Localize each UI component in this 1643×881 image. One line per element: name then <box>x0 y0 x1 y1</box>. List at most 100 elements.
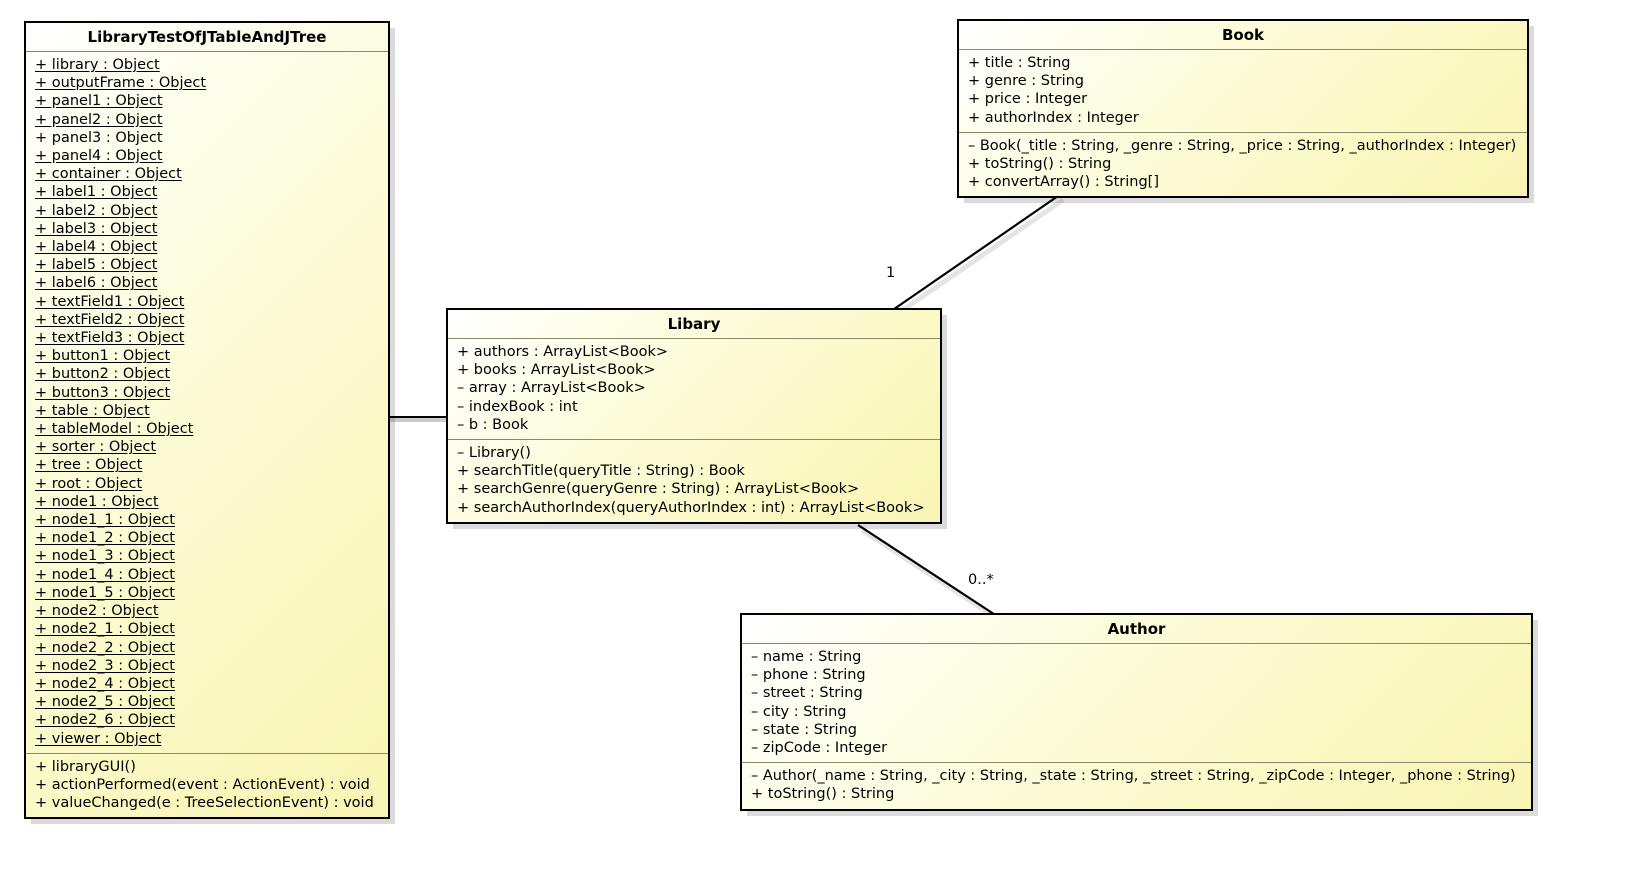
class-member-label: + node2_5 : Object <box>35 694 175 711</box>
class-member-label: + label2 : Object <box>35 202 158 219</box>
class-member-label: + searchAuthorIndex(queryAuthorIndex : i… <box>457 499 925 516</box>
class-member-label: + authorIndex : Integer <box>968 109 1139 126</box>
class-member: + authors : ArrayList<Book> <box>448 343 940 361</box>
class-member-label: + panel4 : Object <box>35 148 163 165</box>
class-box-book[interactable]: Book + title : String + genre : String + p… <box>957 19 1529 199</box>
class-member-label: – state : String <box>751 721 857 738</box>
class-member: + actionPerformed(event : ActionEvent) :… <box>26 776 388 794</box>
class-member-label: + authors : ArrayList<Book> <box>457 344 668 360</box>
class-member: + toString() : String <box>959 155 1527 173</box>
class-member: + button2 : Object <box>26 365 388 383</box>
class-member-label: + searchGenre(queryGenre : String) : Arr… <box>457 481 860 498</box>
class-member-label: + label5 : Object <box>35 257 158 274</box>
class-member-label: – street : String <box>751 685 863 702</box>
class-member-label: + sorter : Object <box>35 439 157 456</box>
class-member-label: + toString() : String <box>968 156 1112 173</box>
class-member: – array : ArrayList<Book> <box>448 379 940 397</box>
class-member: + label6 : Object <box>26 274 388 292</box>
class-member: + searchAuthorIndex(queryAuthorIndex : i… <box>448 499 940 517</box>
diagram-canvas: 0..* 1 1 0..* LibraryTestOfJTableAndJTre… <box>0 0 1643 881</box>
class-member-label: + label1 : Object <box>35 184 158 201</box>
class-member-label: – indexBook : int <box>457 398 578 415</box>
class-member-label: – city : String <box>751 703 847 720</box>
class-member-label: – zipCode : Integer <box>751 740 888 757</box>
class-member-label: + textField2 : Object <box>35 311 185 328</box>
class-member-label: + viewer : Object <box>35 730 162 747</box>
class-member: – phone : String <box>742 666 1531 684</box>
class-member-label: + node2_4 : Object <box>35 675 175 692</box>
class-member-label: + label6 : Object <box>35 275 158 292</box>
class-member-label: + table : Object <box>35 402 150 419</box>
class-member: + genre : String <box>959 72 1527 90</box>
class-member-label: + actionPerformed(event : ActionEvent) :… <box>35 776 370 793</box>
class-member: – Book(_title : String, _genre : String,… <box>959 137 1527 155</box>
class-member-label: – Library() <box>457 445 531 462</box>
class-member-label: – Book(_title : String, _genre : String,… <box>968 137 1517 154</box>
class-member: + toString() : String <box>742 785 1531 803</box>
class-member-label: + node2 : Object <box>35 603 159 620</box>
class-member: + sorter : Object <box>26 438 388 456</box>
class-member: + node2_1 : Object <box>26 620 388 638</box>
class-member-label: + price : Integer <box>968 91 1088 108</box>
class-member-label: + tableModel : Object <box>35 421 194 438</box>
class-member-label: – phone : String <box>751 667 866 684</box>
class-member: + button1 : Object <box>26 347 388 365</box>
class-member: – state : String <box>742 721 1531 739</box>
class-member-label: + panel2 : Object <box>35 111 163 128</box>
class-member-label: – b : Book <box>457 416 529 433</box>
class-member-label: + panel3 : Object <box>35 129 163 146</box>
class-member-label: + node2_1 : Object <box>35 621 175 638</box>
class-member: + label5 : Object <box>26 256 388 274</box>
class-member-label: + textField1 : Object <box>35 293 185 310</box>
class-box-libary[interactable]: Libary + authors : ArrayList<Book> + book… <box>446 308 942 524</box>
class-member: + viewer : Object <box>26 730 388 748</box>
class-member: – street : String <box>742 684 1531 702</box>
class-member: + node1_5 : Object <box>26 584 388 602</box>
class-member: + panel1 : Object <box>26 92 388 110</box>
class-title-librarytestofjtableandjtree: LibraryTestOfJTableAndJTree <box>26 23 388 52</box>
class-member-label: + libraryGUI() <box>35 758 136 775</box>
class-member: + node2_6 : Object <box>26 711 388 729</box>
class-member: + node2_3 : Object <box>26 657 388 675</box>
class-member-label: + root : Object <box>35 475 143 492</box>
class-box-author[interactable]: Author – name : String – phone : String – … <box>740 613 1533 811</box>
class-member-label: + button2 : Object <box>35 366 171 383</box>
class-member-label: + searchTitle(queryTitle : String) : Boo… <box>457 463 745 480</box>
class-member: + node2_2 : Object <box>26 639 388 657</box>
class-member: + node1_1 : Object <box>26 511 388 529</box>
class-member: + label1 : Object <box>26 183 388 201</box>
class-member-label: + button1 : Object <box>35 348 171 365</box>
class-member: + textField2 : Object <box>26 311 388 329</box>
class-member: + tree : Object <box>26 456 388 474</box>
attributes-compartment-book: + title : String + genre : String + price … <box>959 50 1527 133</box>
class-member-label: + panel1 : Object <box>35 93 163 110</box>
class-member: + tableModel : Object <box>26 420 388 438</box>
class-member: + node1_3 : Object <box>26 547 388 565</box>
class-box-librarytestofjtableandjtree[interactable]: LibraryTestOfJTableAndJTree + library : … <box>24 21 390 820</box>
class-member: – city : String <box>742 703 1531 721</box>
class-member-label: + genre : String <box>968 73 1085 90</box>
class-member-label: + convertArray() : String[] <box>968 174 1159 191</box>
class-member-label: + node2_6 : Object <box>35 712 175 729</box>
class-member: + panel2 : Object <box>26 111 388 129</box>
class-member: + node2_5 : Object <box>26 693 388 711</box>
class-member: + libraryGUI() <box>26 758 388 776</box>
class-member: + node1 : Object <box>26 493 388 511</box>
class-member-label: + outputFrame : Object <box>35 75 207 92</box>
class-member-label: + library : Object <box>35 57 160 73</box>
multiplicity-author-end: 0..* <box>968 572 994 588</box>
class-member: + node1_2 : Object <box>26 529 388 547</box>
class-member-label: – name : String <box>751 649 862 665</box>
class-member-label: + node1_5 : Object <box>35 584 175 601</box>
class-member: + table : Object <box>26 402 388 420</box>
class-member: – Library() <box>448 444 940 462</box>
class-title-author: Author <box>742 615 1531 644</box>
class-member-label: + textField3 : Object <box>35 330 185 347</box>
class-member: – indexBook : int <box>448 398 940 416</box>
class-member-label: + tree : Object <box>35 457 143 474</box>
class-member: + textField3 : Object <box>26 329 388 347</box>
class-member-label: + valueChanged(e : TreeSelectionEvent) :… <box>35 795 374 812</box>
attributes-compartment-libary: + authors : ArrayList<Book> + books : Arr… <box>448 339 940 441</box>
class-member: + panel4 : Object <box>26 147 388 165</box>
class-member-label: – Author(_name : String, _city : String,… <box>751 768 1516 785</box>
